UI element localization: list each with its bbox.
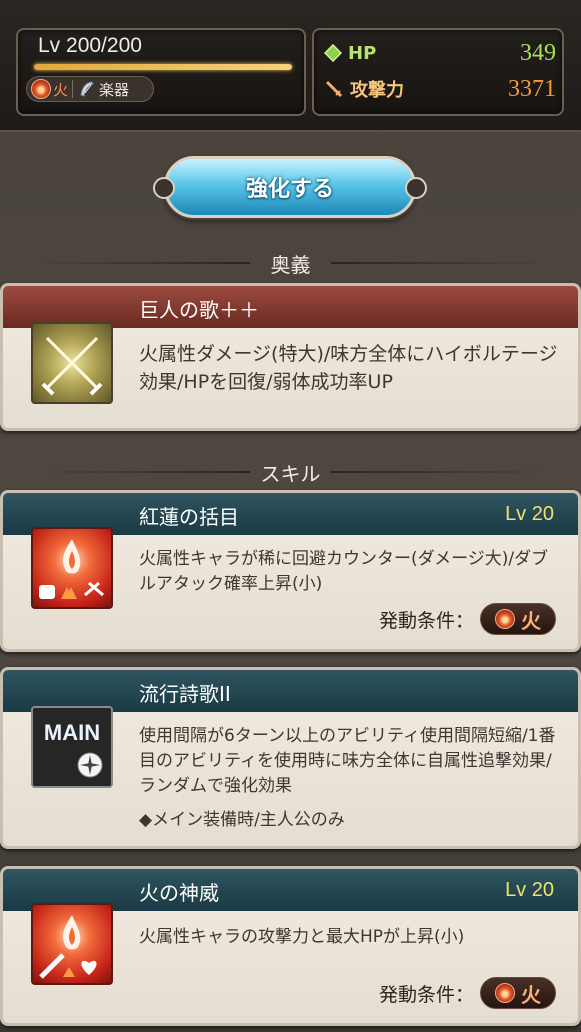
attack-label: 攻撃力 xyxy=(350,80,404,101)
skill-3-condition: 発動条件： 火 xyxy=(379,977,556,1009)
skill-1-condition: 発動条件： 火 xyxy=(379,603,556,635)
attribute-tags: 火 楽器 xyxy=(26,76,154,102)
condition-element-badge: 火 xyxy=(480,977,556,1009)
weapon-type-label: 楽器 xyxy=(99,80,130,99)
hp-value: 349 xyxy=(520,39,556,66)
status-header: Lv 200/200 火 楽器 HP 349 攻撃力 3371 xyxy=(0,0,581,132)
enhance-button[interactable]: 強化する xyxy=(153,156,427,218)
attack-value: 3371 xyxy=(508,75,556,102)
button-ornament-left xyxy=(153,177,175,199)
level-panel: Lv 200/200 火 楽器 xyxy=(16,28,306,116)
level-text: Lv 200/200 xyxy=(38,34,142,57)
condition-label: 発動条件： xyxy=(378,983,474,1006)
ougi-name: 巨人の歌＋＋ xyxy=(139,298,259,322)
main-weapon-icon: MAIN xyxy=(31,706,113,788)
condition-label: 発動条件： xyxy=(378,609,474,632)
ougi-description: 火属性ダメージ(特大)/味方全体にハイボルテージ効果/HPを回復/弱体成功率UP xyxy=(139,343,558,394)
hp-label: HP xyxy=(348,42,377,64)
condition-element: 火 xyxy=(521,608,541,633)
skill-2-description: 使用間隔が6ターン以上のアビリティ使用間隔短縮/1番目のアビリティを使用時に味方… xyxy=(139,726,556,797)
element-tag: 火 xyxy=(31,79,68,100)
level-bar xyxy=(34,64,292,70)
skill-card-2[interactable]: 流行詩歌II MAIN 使用間隔が6ターン以上のアビリティ使用間隔短縮/1番目の… xyxy=(0,667,581,849)
sword-icon xyxy=(325,80,343,98)
fire-might-skill-icon xyxy=(31,903,113,985)
skill-card-3[interactable]: 火の神威 Lv 20 火属性キャラの攻撃力と最大HPが上昇(小) 発動条件： 火 xyxy=(0,866,581,1026)
ougi-section-title: 奥義 xyxy=(0,246,581,280)
skill-2-note: ◆メイン装備時/主人公のみ xyxy=(139,810,345,830)
hp-diamond-icon xyxy=(324,44,342,62)
skill-title-text: スキル xyxy=(260,461,321,486)
skill-2-name: 流行詩歌II xyxy=(139,682,231,706)
button-ornament-right xyxy=(405,177,427,199)
condition-element: 火 xyxy=(521,982,541,1007)
fire-counter-skill-icon xyxy=(31,527,113,609)
enhance-button-label: 強化する xyxy=(245,177,334,202)
stats-panel: HP 349 攻撃力 3371 xyxy=(312,28,564,116)
attack-row: 攻撃力 3371 xyxy=(324,74,556,104)
crossed-swords-icon xyxy=(31,322,113,404)
condition-element-badge: 火 xyxy=(480,603,556,635)
hp-row: HP 349 xyxy=(324,38,556,68)
compass-icon xyxy=(77,752,103,778)
harp-icon xyxy=(80,81,94,97)
fire-icon xyxy=(31,79,51,99)
skill-section-title: スキル xyxy=(0,455,581,489)
ougi-title-text: 奥義 xyxy=(270,252,311,277)
ougi-card[interactable]: 巨人の歌＋＋ 火属性ダメージ(特大)/味方全体にハイボルテージ効果/HPを回復/… xyxy=(0,283,581,431)
skill-3-name: 火の神威 xyxy=(139,881,219,905)
main-icon-text: MAIN xyxy=(43,720,101,745)
fire-icon xyxy=(495,983,515,1003)
weapon-type-tag: 楽器 xyxy=(77,79,129,100)
skill-1-name: 紅蓮の括目 xyxy=(139,505,239,529)
element-label: 火 xyxy=(53,80,69,99)
skill-3-level: Lv 20 xyxy=(505,879,554,901)
skill-card-1[interactable]: 紅蓮の括目 Lv 20 火属性キャラが稀に回避カウンター(ダメージ大)/ダブルア… xyxy=(0,490,581,652)
skill-1-level: Lv 20 xyxy=(505,503,554,525)
skill-3-description: 火属性キャラの攻撃力と最大HPが上昇(小) xyxy=(139,927,465,947)
tag-divider xyxy=(72,80,74,98)
fire-icon xyxy=(495,609,515,629)
skill-1-description: 火属性キャラが稀に回避カウンター(ダメージ大)/ダブルアタック確率上昇(小) xyxy=(139,549,549,595)
